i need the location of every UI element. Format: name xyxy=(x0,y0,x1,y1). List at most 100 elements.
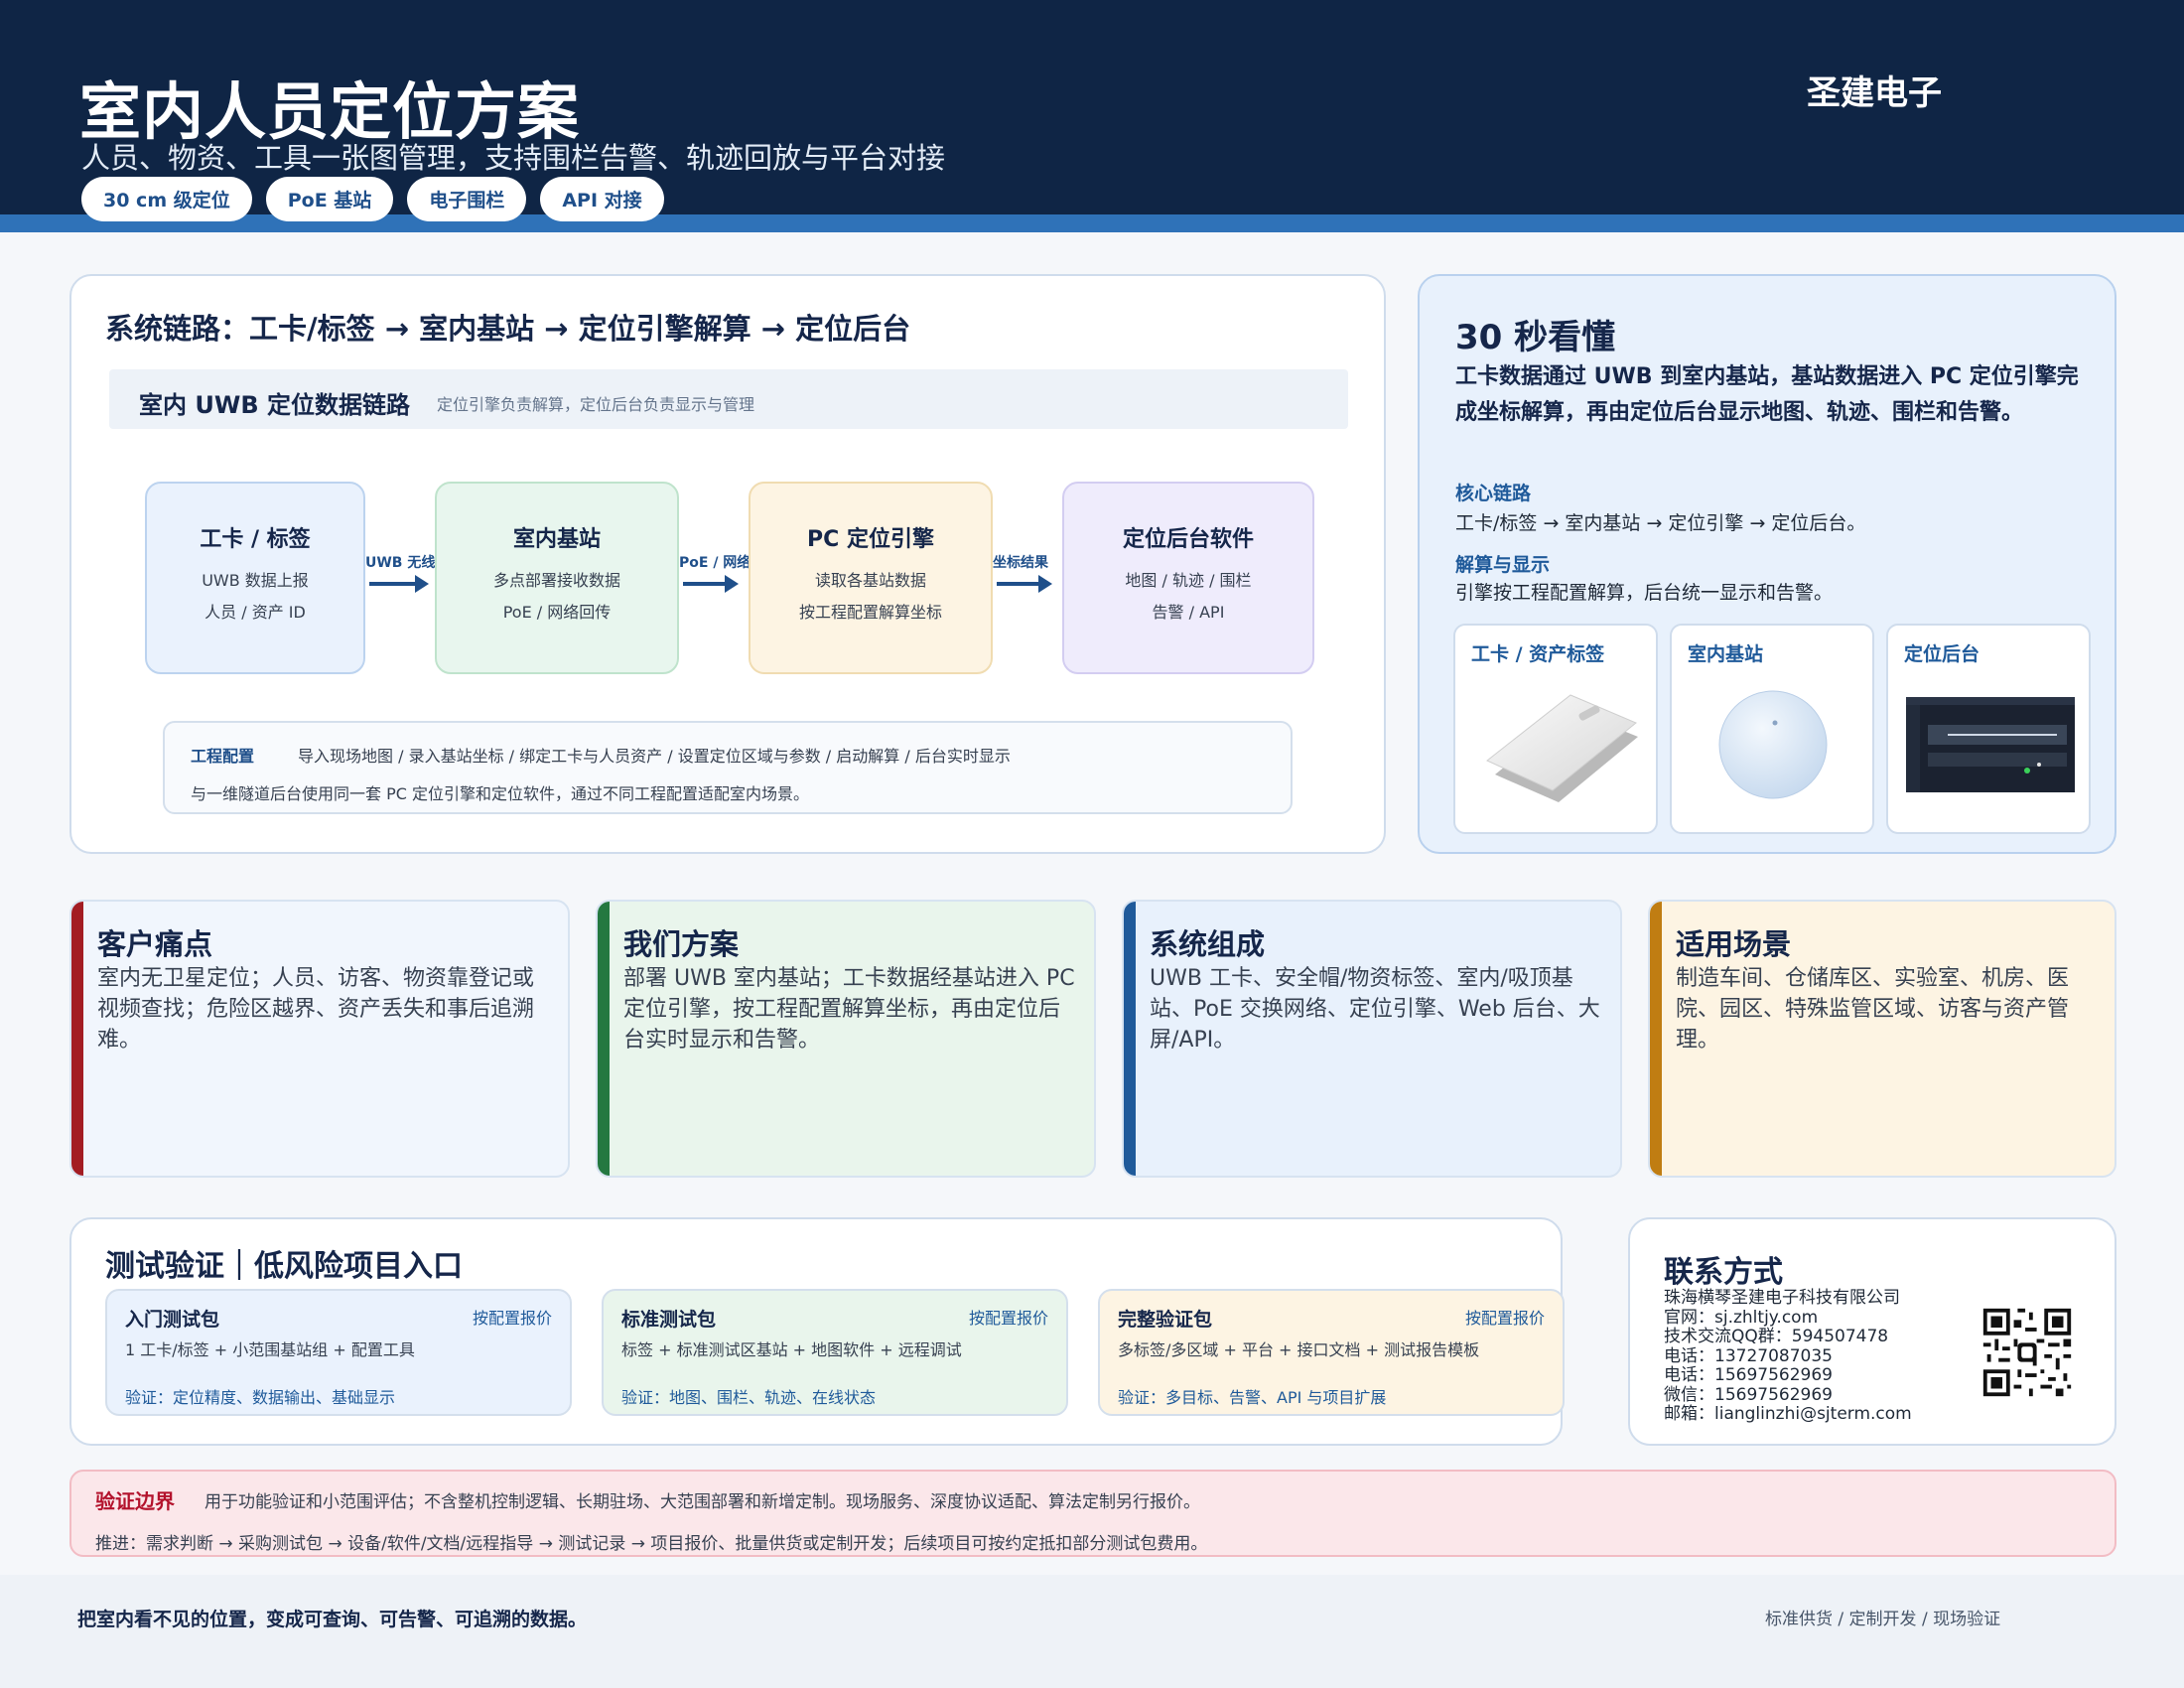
feature-tags: 30 cm 级定位 PoE 基站 电子围栏 API 对接 xyxy=(81,177,664,221)
backend-screenshot-image xyxy=(1906,697,2075,792)
arrow-line xyxy=(683,582,727,586)
contact-email: 邮箱：lianglinzhi@sjterm.com xyxy=(1664,1404,1912,1424)
arrow-line xyxy=(369,582,417,586)
validation-boundary: 验证边界 用于功能验证和小范围评估；不含整机控制逻辑、长期驻场、大范围部署和新增… xyxy=(69,1470,2116,1557)
footer-slogan: 把室内看不见的位置，变成可查询、可告警、可追溯的数据。 xyxy=(77,1609,588,1630)
band-title: 室内 UWB 定位数据链路 xyxy=(139,391,410,419)
contact-website: 官网：sj.zhltjy.com xyxy=(1664,1307,1819,1328)
node-line: 告警 / API xyxy=(1152,603,1225,622)
contact-phone: 电话：15697562969 xyxy=(1664,1365,1833,1385)
package-name: 入门测试包 xyxy=(125,1309,220,1331)
arrow-label: UWB 无线 xyxy=(365,555,436,571)
package-verify: 验证：多目标、告警、API 与项目扩展 xyxy=(1118,1388,1387,1407)
config-box: 工程配置 导入现场地图 / 录入基站坐标 / 绑定工卡与人员资产 / 设置定位区… xyxy=(163,721,1293,814)
node-title: 工卡 / 标签 xyxy=(200,527,311,552)
boundary-path: 推进：需求判断 → 采购测试包 → 设备/软件/文档/远程指导 → 测试记录 →… xyxy=(95,1534,1208,1554)
config-note: 与一维隧道后台使用同一套 PC 定位引擎和定位软件，通过不同工程配置适配室内场景… xyxy=(191,784,809,803)
node-line: 多点部署接收数据 xyxy=(492,571,620,590)
card-title: 系统组成 xyxy=(1150,927,1266,961)
summary-key: 解算与显示 xyxy=(1455,554,1551,576)
contact-lines: 珠海横琴圣建电子科技有限公司 官网：sj.zhltjy.com 技术交流QQ群：… xyxy=(1664,1288,1912,1425)
qr-code-icon xyxy=(1979,1305,2075,1400)
photo-card-base-station: 室内基站 xyxy=(1670,624,1874,834)
card-text: 室内无卫星定位；人员、访客、物资靠登记或视频查找；危险区越界、资产丢失和事后追溯… xyxy=(97,966,535,1053)
card-title: 我们方案 xyxy=(623,927,740,961)
page-subtitle: 人员、物资、工具一张图管理，支持围栏告警、轨迹回放与平台对接 xyxy=(81,141,946,175)
brand-logo: 圣建电子 xyxy=(1807,73,1942,113)
card-accent-bar xyxy=(71,902,83,1176)
card-text: 制造车间、仓储库区、实验室、机房、医院、园区、特殊监管区域、访客与资产管理。 xyxy=(1676,966,2070,1053)
summary-panel: 30 秒看懂 工卡数据通过 UWB 到室内基站，基站数据进入 PC 定位引擎完成… xyxy=(1418,274,2116,854)
summary-value: 工卡/标签 → 室内基站 → 定位引擎 → 定位后台。 xyxy=(1455,512,1866,534)
node-line: 按工程配置解算坐标 xyxy=(798,603,942,622)
contact-title: 联系方式 xyxy=(1664,1255,1783,1290)
photo-card-tag: 工卡 / 资产标签 xyxy=(1453,624,1658,834)
summary-value: 引擎按工程配置解算，后台统一显示和告警。 xyxy=(1455,582,1834,604)
node-line: PoE / 网络回传 xyxy=(502,603,612,622)
card-accent-bar xyxy=(1124,902,1136,1176)
package-name: 完整验证包 xyxy=(1118,1309,1213,1331)
boundary-label: 验证边界 xyxy=(95,1489,175,1513)
test-package-standard: 标准测试包 按配置报价 标签 + 标准测试区基站 + 地图软件 + 远程调试 验… xyxy=(602,1289,1068,1416)
package-price: 按配置报价 xyxy=(1464,1309,1545,1328)
arrow-label: PoE / 网络 xyxy=(679,555,751,571)
flow-band: 室内 UWB 定位数据链路 定位引擎负责解算，定位后台负责显示与管理 xyxy=(109,369,1348,429)
feature-tag: PoE 基站 xyxy=(265,177,394,221)
node-title: 定位后台软件 xyxy=(1122,527,1254,552)
base-station-image xyxy=(1718,690,1828,799)
feature-tag: 30 cm 级定位 xyxy=(81,177,252,221)
card-text: 部署 UWB 室内基站；工卡数据经基站进入 PC 定位引擎，按工程配置解算坐标，… xyxy=(623,966,1075,1053)
arrow-head-icon xyxy=(1038,575,1052,593)
test-packages-panel: 测试验证｜低风险项目入口 入门测试包 按配置报价 1 工卡/标签 + 小范围基站… xyxy=(69,1217,1565,1446)
flow-arrow: PoE / 网络 xyxy=(679,552,752,596)
config-label: 工程配置 xyxy=(191,747,255,766)
flow-node-engine: PC 定位引擎 读取各基站数据 按工程配置解算坐标 xyxy=(749,482,993,674)
arrow-head-icon xyxy=(415,575,429,593)
summary-key: 核心链路 xyxy=(1455,483,1532,504)
band-note: 定位引擎负责解算，定位后台负责显示与管理 xyxy=(437,395,755,414)
feature-tag: API 对接 xyxy=(540,177,664,221)
test-package-entry: 入门测试包 按配置报价 1 工卡/标签 + 小范围基站组 + 配置工具 验证：定… xyxy=(105,1289,572,1416)
node-line: 地图 / 轨迹 / 围栏 xyxy=(1125,571,1252,590)
flow-title: 系统链路：工卡/标签 → 室内基站 → 定位引擎解算 → 定位后台 xyxy=(105,312,911,346)
footer: 把室内看不见的位置，变成可查询、可告警、可追溯的数据。 标准供货 / 定制开发 … xyxy=(0,1575,2184,1688)
flow-node-backend: 定位后台软件 地图 / 轨迹 / 围栏 告警 / API xyxy=(1062,482,1314,674)
contact-qq-group: 技术交流QQ群：594507478 xyxy=(1664,1327,1889,1346)
arrow-line xyxy=(997,582,1040,586)
package-desc: 多标签/多区域 + 平台 + 接口文档 + 测试报告模板 xyxy=(1118,1340,1480,1359)
card-scenarios: 适用场景 制造车间、仓储库区、实验室、机房、医院、园区、特殊监管区域、访客与资产… xyxy=(1648,900,2116,1178)
package-verify: 验证：定位精度、数据输出、基础显示 xyxy=(125,1388,396,1407)
arrow-label: 坐标结果 xyxy=(993,555,1048,571)
contact-company: 珠海横琴圣建电子科技有限公司 xyxy=(1664,1288,1900,1308)
contact-panel: 联系方式 珠海横琴圣建电子科技有限公司 官网：sj.zhltjy.com 技术交… xyxy=(1628,1217,2116,1446)
node-title: PC 定位引擎 xyxy=(807,527,934,552)
card-title: 适用场景 xyxy=(1676,927,1792,961)
system-flow-panel: 系统链路：工卡/标签 → 室内基站 → 定位引擎解算 → 定位后台 室内 UWB… xyxy=(69,274,1386,854)
tag-device-image xyxy=(1486,694,1638,802)
boundary-text: 用于功能验证和小范围评估；不含整机控制逻辑、长期驻场、大范围部署和新增定制。现场… xyxy=(205,1492,1200,1512)
contact-phone: 电话：13727087035 xyxy=(1664,1345,1833,1366)
test-package-full: 完整验证包 按配置报价 多标签/多区域 + 平台 + 接口文档 + 测试报告模板… xyxy=(1098,1289,1565,1416)
flow-node-tag: 工卡 / 标签 UWB 数据上报 人员 / 资产 ID xyxy=(145,482,365,674)
photo-card-backend: 定位后台 xyxy=(1886,624,2091,834)
card-system-composition: 系统组成 UWB 工卡、安全帽/物资标签、室内/吸顶基站、PoE 交换网络、定位… xyxy=(1122,900,1622,1178)
card-accent-bar xyxy=(1650,902,1662,1176)
package-desc: 标签 + 标准测试区基站 + 地图软件 + 远程调试 xyxy=(621,1340,962,1359)
feature-tag: 电子围栏 xyxy=(407,177,527,221)
card-solution: 我们方案 部署 UWB 室内基站；工卡数据经基站进入 PC 定位引擎，按工程配置… xyxy=(596,900,1096,1178)
card-pain-points: 客户痛点 室内无卫星定位；人员、访客、物资靠登记或视频查找；危险区越界、资产丢失… xyxy=(69,900,570,1178)
summary-title: 30 秒看懂 xyxy=(1455,318,1616,357)
package-price: 按配置报价 xyxy=(968,1309,1048,1328)
package-price: 按配置报价 xyxy=(472,1309,552,1328)
node-title: 室内基站 xyxy=(512,527,601,552)
package-desc: 1 工卡/标签 + 小范围基站组 + 配置工具 xyxy=(125,1340,415,1359)
arrow-head-icon xyxy=(725,575,739,593)
flow-arrow: 坐标结果 xyxy=(993,552,1066,596)
summary-text: 工卡数据通过 UWB 到室内基站，基站数据进入 PC 定位引擎完成坐标解算，再由… xyxy=(1455,364,2079,425)
node-line: 读取各基站数据 xyxy=(814,571,926,590)
card-accent-bar xyxy=(598,902,610,1176)
package-name: 标准测试包 xyxy=(621,1309,717,1331)
node-line: 人员 / 资产 ID xyxy=(205,603,306,622)
config-steps: 导入现场地图 / 录入基站坐标 / 绑定工卡与人员资产 / 设置定位区域与参数 … xyxy=(298,747,1011,766)
contact-wechat: 微信：15697562969 xyxy=(1664,1384,1833,1405)
